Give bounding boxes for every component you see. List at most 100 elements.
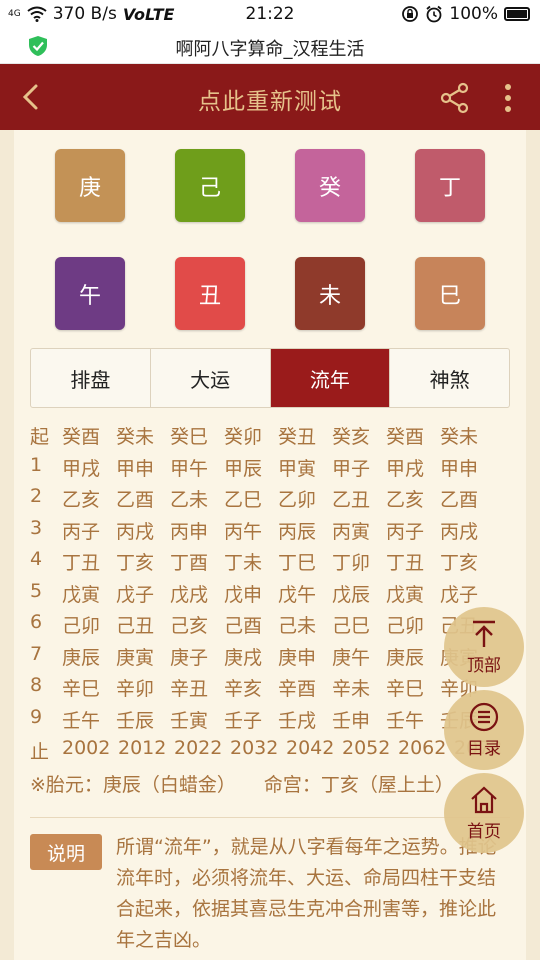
year-cell: 2022: [174, 737, 223, 759]
ganzhi-cell: 乙酉: [440, 489, 479, 511]
back-to-top-label: 顶部: [467, 655, 501, 676]
home-icon: [471, 786, 497, 813]
liunian-table: 起癸酉 癸未 癸巳 癸卯 癸丑 癸亥 癸酉 癸未 1 甲戌 甲申 甲午 甲辰 甲寅 甲子 甲戌 甲申 2 乙亥 乙酉乙…: [30, 422, 510, 769]
tab-bar: 排盘 大运 流年 神煞: [30, 348, 510, 408]
app-header: 点此重新测试: [0, 64, 540, 130]
row-label: 7: [30, 642, 43, 665]
ganzhi-cell: 甲戌: [386, 457, 425, 480]
liunian-row: 5 戊寅 戊子 戊戌 戊申 戊午 戊辰 戊寅 戊子: [30, 580, 510, 612]
ganzhi-cell: 癸未: [116, 426, 155, 448]
browser-page-title: 啊阿八字算命_汉程生活: [175, 39, 365, 60]
ganzhi-cell: 壬戌: [278, 709, 317, 732]
status-bar: 4G 370 B/s VoLTE 21:22 100%: [0, 0, 540, 30]
row-label: 起: [30, 426, 50, 448]
ganzhi-cell: 甲戌: [62, 457, 101, 480]
ganzhi-cell: 戊辰: [332, 583, 371, 606]
year-cell: 2032: [230, 737, 279, 759]
di-zhi-tile: 巳: [415, 257, 485, 330]
liunian-row: 7庚辰庚寅庚子庚戌庚申庚午庚辰庚寅: [30, 643, 510, 675]
ganzhi-cell: 壬辰: [116, 709, 155, 732]
row-label: 止: [30, 741, 50, 763]
row-label: 5: [30, 579, 43, 602]
liunian-row: 3 丙子 丙戌 丙申 丙午 丙辰 丙寅 丙子 丙戌: [30, 517, 510, 549]
ganzhi-cell: 辛未: [332, 678, 371, 700]
ganzhi-cell: 癸巳: [170, 426, 209, 448]
catalog-button[interactable]: 目录: [444, 690, 524, 770]
liunian-row: 6己卯己丑己亥己酉己未己巳己卯己丑: [30, 611, 510, 643]
ganzhi-cell: 丁丑: [386, 552, 425, 574]
year-cell: 2052: [342, 737, 391, 759]
ganzhi-cell: 丙午: [224, 520, 263, 543]
tian-gan-tile: 己: [175, 149, 245, 222]
ganzhi-cell: 丙子: [62, 520, 101, 543]
ganzhi-cell: 辛酉: [278, 678, 317, 700]
ganzhi-cell: 庚辰: [62, 646, 101, 669]
ganzhi-cell: 壬申: [332, 709, 371, 732]
ganzhi-cell: 丁巳: [278, 552, 317, 574]
ganzhi-cell: 癸丑: [278, 426, 317, 448]
browser-bar: 啊阿八字算命_汉程生活: [0, 30, 540, 64]
ganzhi-cell: 乙巳: [224, 489, 263, 511]
notes-line: ※胎元：庚辰（白蜡金） 命宫：丁亥（屋上土）: [30, 770, 482, 797]
ganzhi-cell: 甲寅: [278, 457, 317, 480]
ganzhi-cell: 丙申: [170, 520, 209, 543]
ganzhi-cell: 壬子: [224, 709, 263, 732]
row-label: 2: [30, 485, 43, 507]
ganzhi-cell: 丁亥: [116, 552, 155, 574]
row-label: 9: [30, 705, 43, 728]
battery-percent: 100%: [449, 4, 498, 24]
liunian-row: 9壬午壬辰壬寅壬子壬戌壬申壬午壬辰: [30, 706, 510, 738]
ganzhi-cell: 癸酉: [62, 426, 101, 448]
tab-liunian[interactable]: 流年: [270, 349, 391, 407]
ganzhi-cell: 甲申: [440, 457, 479, 480]
tian-gan-tile: 丁: [415, 149, 485, 222]
ganzhi-cell: 乙亥: [386, 489, 425, 511]
ganzhi-cell: 甲子: [332, 457, 371, 480]
home-button[interactable]: 首页: [444, 773, 524, 853]
di-zhi-tile: 丑: [175, 257, 245, 330]
year-cell: 2012: [118, 737, 167, 759]
status-right: 100%: [401, 4, 530, 24]
ganzhi-cell: 甲午: [170, 457, 209, 480]
ganzhi-cell: 癸酉: [386, 426, 425, 448]
ganzhi-cell: 庚寅: [116, 646, 155, 669]
ganzhi-cell: 丙寅: [332, 520, 371, 543]
row-label: 1: [30, 453, 43, 476]
tab-paipan[interactable]: 排盘: [31, 349, 151, 407]
ganzhi-cell: 辛亥: [224, 678, 263, 700]
divider: [30, 817, 510, 818]
ganzhi-cell: 乙卯: [278, 489, 317, 511]
ganzhi-cell: 戊午: [278, 583, 317, 606]
more-icon[interactable]: [498, 81, 518, 115]
explain-text: 所谓“流年”，就是从八字看每年之运势。推论流年时，必须将流年、大运、命局四柱干支…: [116, 836, 497, 951]
row-label: 4: [30, 548, 43, 570]
back-to-top-button[interactable]: 顶部: [444, 607, 524, 687]
di-zhi-tile: 未: [295, 257, 365, 330]
ganzhi-cell: 辛巳: [62, 678, 101, 700]
arrow-up-icon: [473, 620, 495, 647]
share-icon[interactable]: [438, 81, 472, 115]
ganzhi-cell: 乙亥: [62, 489, 101, 511]
ganzhi-cell: 己酉: [224, 615, 263, 637]
ganzhi-cell: 己丑: [116, 615, 155, 637]
row-label: 3: [30, 516, 43, 539]
ganzhi-cell: 丁亥: [440, 552, 479, 574]
ganzhi-cell: 庚午: [332, 646, 371, 669]
rotation-lock-icon: [402, 6, 419, 22]
home-label: 首页: [467, 821, 501, 842]
ganzhi-cell: 乙丑: [332, 489, 371, 511]
ganzhi-cell: 己巳: [332, 615, 371, 637]
ganzhi-cell: 壬午: [386, 709, 425, 732]
tab-dayun[interactable]: 大运: [151, 349, 271, 407]
alarm-icon: [426, 5, 442, 23]
catalog-label: 目录: [467, 738, 501, 759]
ganzhi-cell: 癸未: [440, 426, 479, 448]
tian-gan-tile: 癸: [295, 149, 365, 222]
ganzhi-cell: 庚申: [278, 646, 317, 669]
ganzhi-cell: 辛巳: [386, 678, 425, 700]
ganzhi-cell: 庚子: [170, 646, 209, 669]
liunian-row: 8 辛巳 辛卯 辛丑 辛亥 辛酉 辛未 辛巳 辛卯: [30, 674, 510, 706]
ganzhi-cell: 乙未: [170, 489, 209, 511]
tab-shensha[interactable]: 神煞: [390, 349, 509, 407]
ganzhi-cell: 庚戌: [224, 646, 263, 669]
